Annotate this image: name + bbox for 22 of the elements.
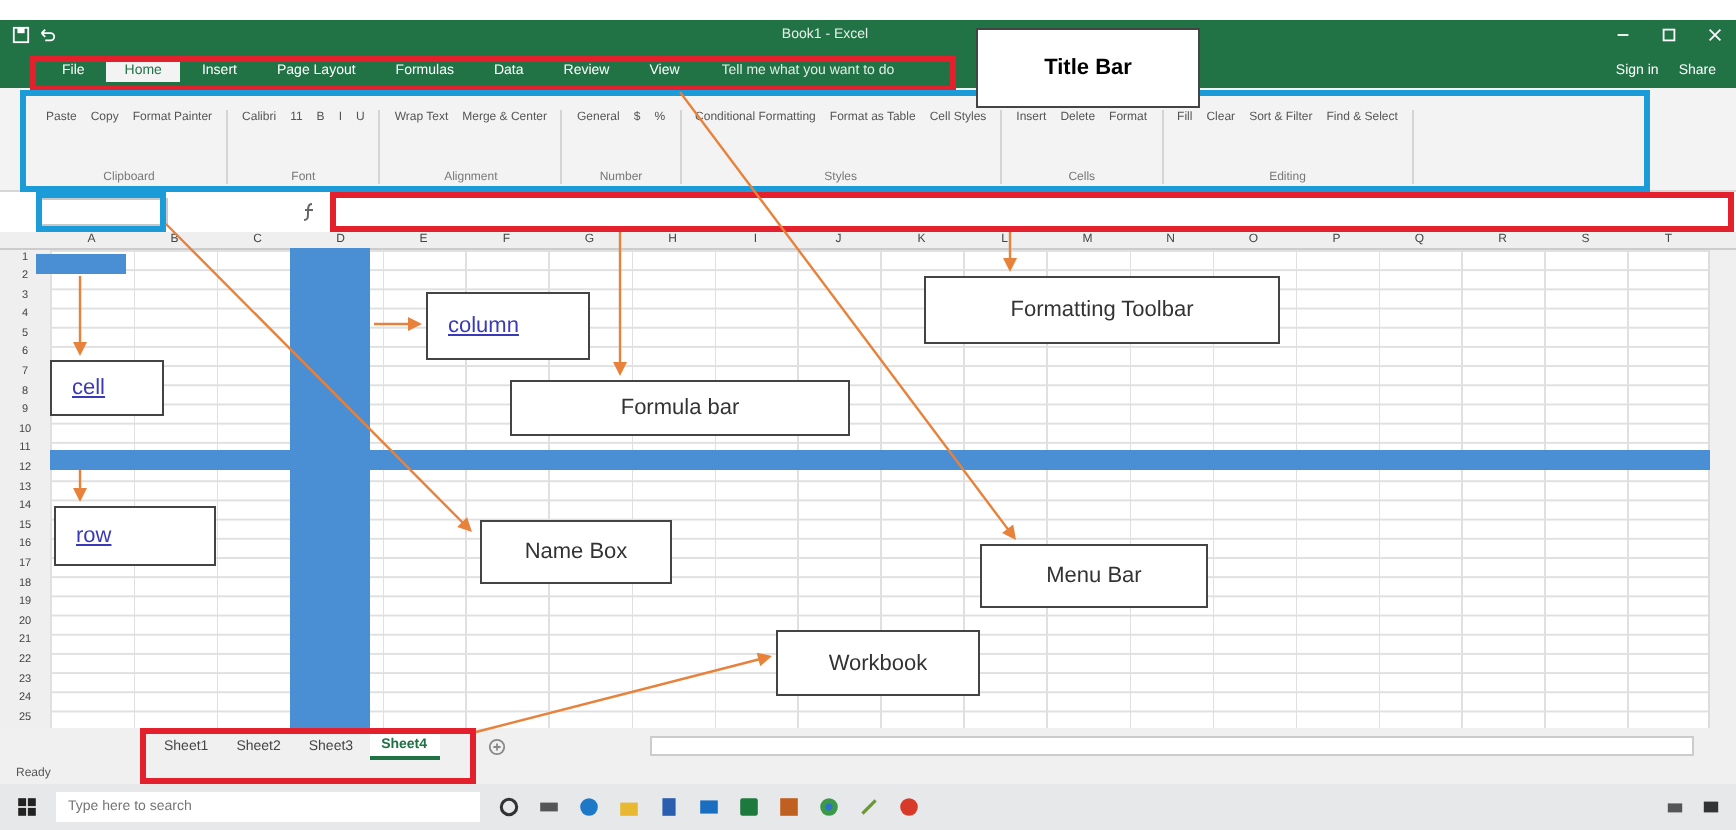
annotation-label: row [76,524,112,548]
pointer-arrow [73,276,87,356]
annotation-label: cell [72,376,106,400]
circle-icon[interactable] [498,796,520,819]
pointer-arrow [73,470,87,502]
save-icon[interactable] [12,26,30,45]
undo-icon[interactable] [38,26,56,45]
annotation-label: Formatting Toolbar [1010,298,1194,322]
annotation-label: column [448,314,519,338]
annotation-label: Menu Bar [1046,564,1142,588]
annotation-label: Title Bar [1044,56,1132,80]
close-icon[interactable] [1706,26,1724,45]
scroll-bar[interactable] [1708,249,1736,729]
highlight-bar [36,254,126,274]
add-icon[interactable] [487,737,506,756]
maximize-icon[interactable] [1660,26,1678,45]
scroll-bar[interactable] [649,736,1694,757]
windows-icon[interactable] [16,796,38,819]
pointer-arrow [613,232,627,376]
annotation-label: Name Box [524,540,628,564]
annotation-label: Workbook [828,651,928,675]
annotation-label: Formula bar [620,396,740,420]
